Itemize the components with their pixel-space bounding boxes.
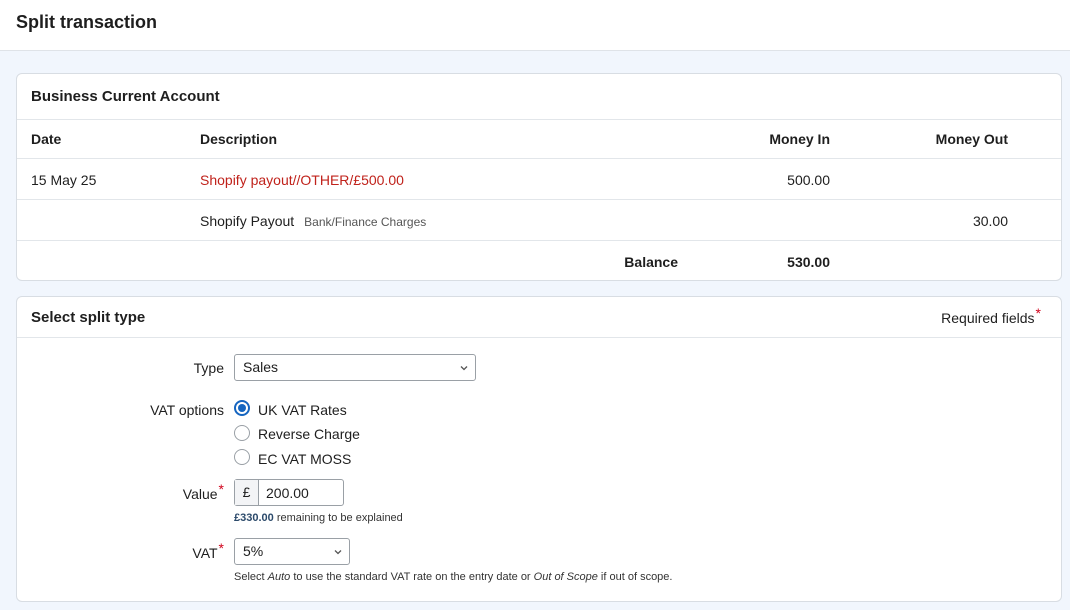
value-label-text: Value xyxy=(182,486,218,502)
value-field[interactable]: £ xyxy=(234,479,344,506)
split-title: Select split type xyxy=(31,309,146,326)
vat-hint-text: Select xyxy=(234,571,268,583)
row-description-link[interactable]: Shopify payout//OTHER/£500.00 xyxy=(200,172,404,188)
vat-hint-text: if out of scope. xyxy=(597,571,673,583)
radio-label-ec-vat-moss[interactable]: EC VAT MOSS xyxy=(258,451,351,467)
row-description: Shopify Payout Bank/Finance Charges xyxy=(200,213,426,229)
vat-hint: Select Auto to use the standard VAT rate… xyxy=(234,571,672,583)
required-star-icon: * xyxy=(218,540,224,556)
row-money-in: 500.00 xyxy=(787,172,830,188)
divider xyxy=(17,199,1061,200)
value-input[interactable] xyxy=(259,480,339,505)
account-card: Business Current Account Date Descriptio… xyxy=(16,73,1062,281)
radio-uk-vat-rates[interactable] xyxy=(234,400,250,416)
row-category: Bank/Finance Charges xyxy=(304,215,427,229)
column-header-money-out: Money Out xyxy=(935,131,1008,147)
balance-value: 530.00 xyxy=(787,254,830,270)
page-title: Split transaction xyxy=(16,12,158,32)
type-label: Type xyxy=(193,360,224,376)
column-header-money-in: Money In xyxy=(769,131,830,147)
divider xyxy=(17,158,1061,159)
remaining-amount: £330.00 xyxy=(234,512,274,524)
vat-select-value: 5% xyxy=(243,543,264,559)
vat-label: VAT* xyxy=(104,540,224,561)
type-select-value: Sales xyxy=(243,359,279,375)
required-star-icon: * xyxy=(1035,305,1041,321)
vat-hint-auto: Auto xyxy=(267,571,291,583)
required-fields-note: Required fields* xyxy=(941,305,1041,326)
account-title: Business Current Account xyxy=(31,88,220,105)
remaining-hint: £330.00 remaining to be explained xyxy=(234,512,403,524)
divider xyxy=(17,337,1061,338)
divider xyxy=(17,240,1061,241)
divider xyxy=(17,119,1061,120)
vat-hint-text: to use the standard VAT rate on the entr… xyxy=(290,571,534,583)
column-header-description: Description xyxy=(200,131,278,147)
vat-hint-out-of-scope: Out of Scope xyxy=(533,571,598,583)
radio-reverse-charge[interactable] xyxy=(234,425,250,441)
chevron-down-icon xyxy=(460,366,468,371)
type-select[interactable]: Sales xyxy=(234,354,476,381)
column-header-date: Date xyxy=(31,131,62,147)
split-card: Select split type Required fields* Type … xyxy=(16,296,1062,602)
currency-prefix: £ xyxy=(235,480,259,505)
vat-label-text: VAT xyxy=(192,545,218,561)
balance-label: Balance xyxy=(624,254,678,270)
required-fields-label: Required fields xyxy=(941,310,1035,326)
row-description-text: Shopify Payout xyxy=(200,213,295,229)
vat-options-label: VAT options xyxy=(150,402,224,418)
required-star-icon: * xyxy=(218,481,224,497)
vat-select[interactable]: 5% xyxy=(234,538,350,565)
radio-ec-vat-moss[interactable] xyxy=(234,449,250,465)
value-label: Value* xyxy=(104,481,224,502)
row-money-out: 30.00 xyxy=(972,213,1008,229)
row-date: 15 May 25 xyxy=(31,172,97,188)
radio-label-reverse-charge[interactable]: Reverse Charge xyxy=(258,426,360,442)
radio-label-uk-vat-rates[interactable]: UK VAT Rates xyxy=(258,402,347,418)
chevron-down-icon xyxy=(334,550,342,555)
page-header: Split transaction xyxy=(0,0,1070,51)
remaining-text: remaining to be explained xyxy=(273,512,403,524)
